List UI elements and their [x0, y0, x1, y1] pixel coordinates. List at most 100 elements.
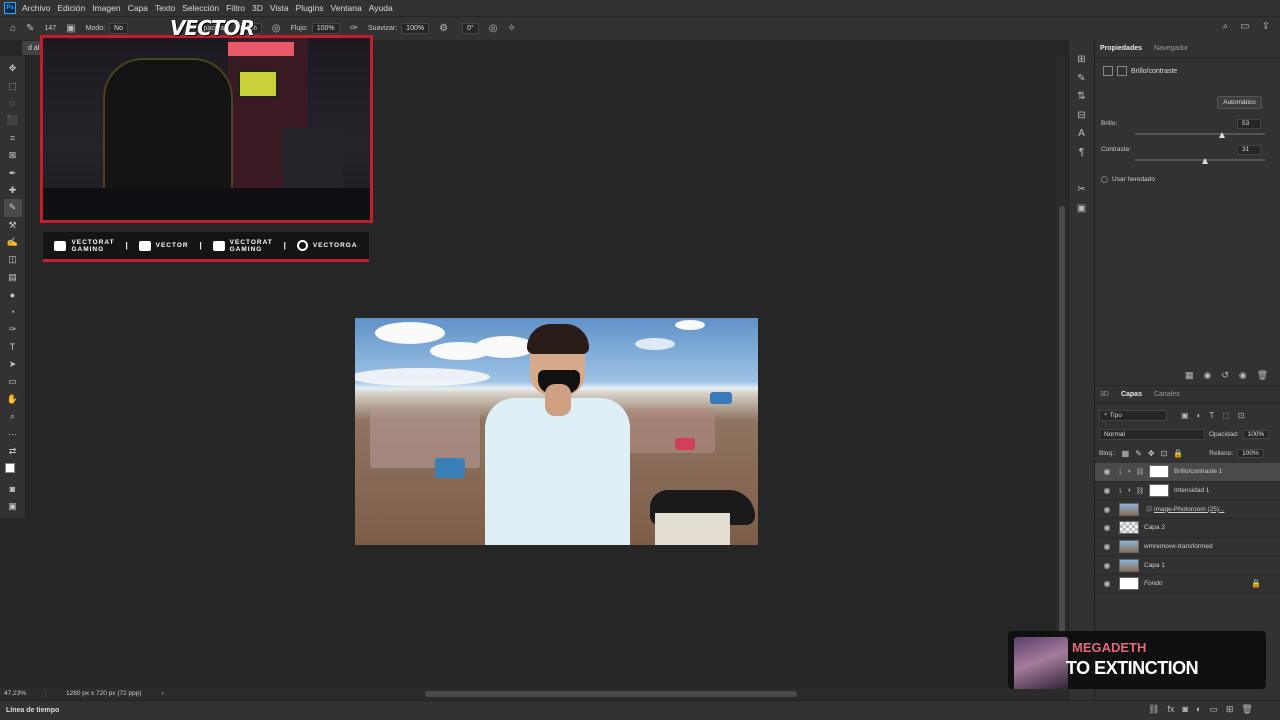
- filter-adjustment-icon[interactable]: ◐: [1197, 411, 1202, 420]
- mask-icon[interactable]: [1117, 66, 1127, 76]
- eraser-tool-icon[interactable]: ◫: [4, 251, 22, 268]
- adjustments-panel-icon[interactable]: ⇅: [1077, 91, 1085, 110]
- healing-brush-tool-icon[interactable]: ✚: [4, 182, 22, 199]
- brightness-input[interactable]: 53: [1237, 119, 1261, 129]
- smooth-field[interactable]: Suavizar: 100%: [368, 23, 430, 34]
- home-icon[interactable]: ⌂: [10, 23, 16, 34]
- tab-properties[interactable]: Propiedades: [1100, 45, 1142, 52]
- pen-tool-icon[interactable]: ✑: [4, 321, 22, 338]
- object-select-tool-icon[interactable]: ⬛: [4, 112, 22, 129]
- delete-layer-icon[interactable]: 🗑: [1241, 704, 1252, 715]
- delete-icon[interactable]: 🗑: [1257, 370, 1268, 381]
- layer-comps-icon[interactable]: ▣: [1077, 203, 1086, 222]
- symmetry-icon[interactable]: ✧: [507, 23, 515, 34]
- menu-capa[interactable]: Capa: [128, 3, 148, 13]
- layer-row[interactable]: ◉ ⇂ ◐ ⛓ Intensidad 1: [1095, 482, 1280, 501]
- menu-imagen[interactable]: Imagen: [92, 3, 120, 13]
- angle-input[interactable]: 0°: [462, 23, 479, 34]
- zoom-tool-icon[interactable]: ⌕: [4, 408, 22, 425]
- layer-thumbnail[interactable]: [1119, 502, 1139, 516]
- fill-input[interactable]: 100%: [1237, 448, 1264, 458]
- menu-vista[interactable]: Vista: [270, 3, 289, 13]
- smooth-input[interactable]: 100%: [401, 23, 430, 34]
- move-tool-icon[interactable]: ✥: [4, 60, 22, 77]
- eye-icon[interactable]: ◉: [1099, 561, 1115, 570]
- angle-field[interactable]: 0°: [458, 23, 479, 34]
- crop-tool-icon[interactable]: ⌗: [4, 130, 22, 147]
- blur-tool-icon[interactable]: ●: [4, 286, 22, 303]
- contrast-slider[interactable]: [1135, 159, 1265, 161]
- layer-row[interactable]: ◉ Fondo 🔒: [1095, 575, 1280, 594]
- layer-filter-select[interactable]: ⌕ Tipo: [1099, 409, 1167, 421]
- filter-shape-icon[interactable]: ⬚: [1222, 411, 1230, 420]
- document-image[interactable]: [355, 318, 758, 545]
- lock-artboard-icon[interactable]: ⊡: [1161, 449, 1168, 458]
- swap-colors-icon[interactable]: ⇄: [4, 443, 22, 460]
- flow-input[interactable]: 100%: [311, 23, 340, 34]
- layer-row[interactable]: ◉ ⊡ image-Photoroom (25)...: [1095, 500, 1280, 520]
- chain-icon[interactable]: ⛓: [1135, 487, 1145, 495]
- path-select-tool-icon[interactable]: ➤: [4, 356, 22, 373]
- history-brush-tool-icon[interactable]: ✍: [4, 234, 22, 251]
- blend-mode-select[interactable]: Normal: [1099, 428, 1205, 440]
- lock-paint-icon[interactable]: ✎: [1135, 449, 1142, 458]
- tools-panel-icon[interactable]: ✂: [1077, 184, 1085, 203]
- layer-row[interactable]: ◉ wmremove-transformed: [1095, 538, 1280, 557]
- use-legacy-checkbox[interactable]: [1101, 176, 1108, 183]
- quick-mask-icon[interactable]: ◙: [4, 480, 22, 497]
- menu-archivo[interactable]: Archivo: [22, 3, 50, 13]
- zoom-level[interactable]: 47,23%: [0, 690, 46, 697]
- gear-icon[interactable]: ⚙: [439, 23, 448, 34]
- layer-thumbnail[interactable]: [1119, 540, 1139, 554]
- pressure-size-icon[interactable]: ◎: [489, 23, 498, 34]
- menu-ayuda[interactable]: Ayuda: [369, 3, 393, 13]
- add-mask-icon[interactable]: ◙: [1182, 704, 1187, 715]
- share-icon[interactable]: ⇪: [1262, 21, 1270, 32]
- new-group-icon[interactable]: ▭: [1209, 704, 1218, 715]
- eye-icon[interactable]: ◉: [1099, 467, 1115, 476]
- menu-3d[interactable]: 3D: [252, 3, 263, 13]
- mode-field[interactable]: Modo: No: [86, 23, 128, 34]
- brush-size[interactable]: 147: [44, 25, 56, 32]
- layer-mask-thumbnail[interactable]: [1149, 484, 1169, 498]
- clip-to-layer-icon[interactable]: ▦: [1185, 370, 1194, 381]
- layer-row[interactable]: ◉ Capa 2: [1095, 519, 1280, 538]
- filter-type-icon[interactable]: T: [1209, 411, 1214, 420]
- tab-navigator[interactable]: Navegador: [1154, 45, 1188, 52]
- tab-layers[interactable]: Capas: [1121, 391, 1142, 398]
- visibility-icon[interactable]: ◉: [1239, 370, 1247, 381]
- workspace-icon[interactable]: ▭: [1240, 21, 1249, 32]
- tab-channels[interactable]: Canales: [1154, 391, 1180, 398]
- eye-icon[interactable]: ◉: [1099, 542, 1115, 551]
- eye-icon[interactable]: ◉: [1099, 505, 1115, 514]
- menu-ventana[interactable]: Ventana: [331, 3, 362, 13]
- character-panel-icon[interactable]: A: [1078, 128, 1085, 147]
- search-icon[interactable]: ⌕: [1223, 21, 1229, 32]
- type-tool-icon[interactable]: T: [4, 338, 22, 355]
- link-layers-icon[interactable]: ⛓: [1148, 704, 1159, 715]
- marquee-tool-icon[interactable]: ⬚: [4, 77, 22, 94]
- lock-pixels-icon[interactable]: ▦: [1122, 449, 1130, 458]
- menu-edicion[interactable]: Edición: [57, 3, 85, 13]
- flow-field[interactable]: Flujo: 100%: [291, 23, 340, 34]
- photoshop-logo-icon[interactable]: Ps: [4, 2, 16, 14]
- chain-icon[interactable]: ⛓: [1135, 468, 1145, 476]
- contrast-slider-thumb[interactable]: [1201, 158, 1208, 164]
- brush-tool-icon[interactable]: ✎: [3, 199, 22, 217]
- color-swatches[interactable]: [4, 462, 22, 480]
- properties-panel-icon[interactable]: ⊞: [1077, 54, 1085, 73]
- dodge-tool-icon[interactable]: ◔: [4, 303, 22, 320]
- libraries-panel-icon[interactable]: ⊟: [1077, 110, 1085, 129]
- contrast-input[interactable]: 31: [1237, 145, 1261, 155]
- layer-mask-thumbnail[interactable]: [1149, 465, 1169, 479]
- view-previous-icon[interactable]: ◉: [1204, 370, 1212, 381]
- foreground-color[interactable]: [4, 462, 15, 473]
- clone-stamp-tool-icon[interactable]: ⚒: [4, 217, 22, 234]
- brush-settings-icon[interactable]: ▣: [66, 23, 75, 34]
- paragraph-panel-icon[interactable]: ¶: [1079, 147, 1084, 166]
- layer-row[interactable]: ◉ Capa 1: [1095, 556, 1280, 576]
- pressure-opacity-icon[interactable]: ◎: [272, 23, 281, 34]
- filter-smart-icon[interactable]: ⊡: [1238, 411, 1245, 420]
- eye-icon[interactable]: ◉: [1099, 486, 1115, 495]
- more-tools-icon[interactable]: ···: [4, 425, 22, 442]
